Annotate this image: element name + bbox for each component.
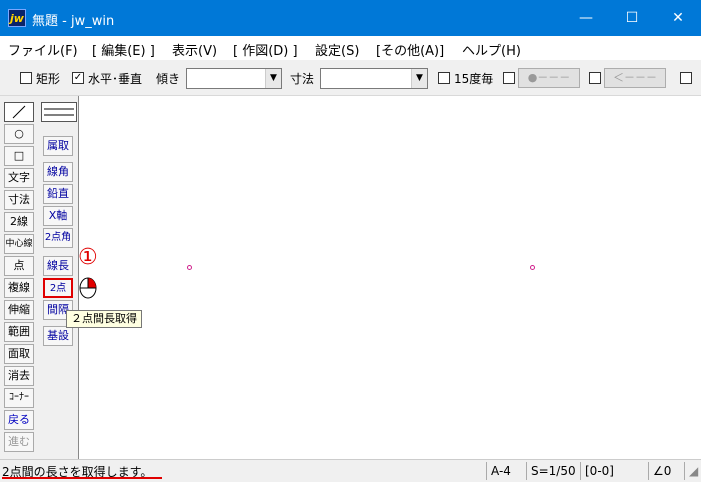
dim-label: 寸法 xyxy=(290,72,315,86)
x-axis-button[interactable]: X軸 xyxy=(43,206,73,226)
callout-number: ① xyxy=(78,245,98,270)
double-line-tool-button[interactable]: 2線 xyxy=(4,212,34,232)
arrow-checkbox[interactable] xyxy=(589,72,601,84)
arrow-line-button[interactable]: ＜－－－ xyxy=(604,68,666,88)
undo-button[interactable]: 戻る xyxy=(4,410,34,430)
extra-checkbox[interactable] xyxy=(680,72,692,84)
app-icon: jw xyxy=(8,9,26,27)
menu-help[interactable]: ヘルプ(H) xyxy=(462,40,521,59)
deg15-checkbox[interactable] xyxy=(438,72,450,84)
rect-tool-button[interactable]: □ xyxy=(4,146,34,166)
tilt-combo[interactable]: ▼ xyxy=(186,68,282,89)
chamfer-tool-button[interactable]: 面取 xyxy=(4,344,34,364)
line-type-button[interactable] xyxy=(41,102,77,122)
menu-bar: ファイル(F) [ 編集(E) ] 表示(V) [ 作図(D) ] 設定(S) … xyxy=(0,36,701,60)
base-set-button[interactable]: 基設 xyxy=(43,326,73,346)
rect-checkbox[interactable] xyxy=(20,72,32,84)
resize-grip-icon[interactable]: ◢ xyxy=(684,462,701,480)
vertical-button[interactable]: 鉛直 xyxy=(43,184,73,204)
paper-size[interactable]: A-4 xyxy=(486,462,526,480)
chevron-down-icon[interactable]: ▼ xyxy=(411,69,427,88)
menu-view[interactable]: 表示(V) xyxy=(172,40,217,59)
rect-label: 矩形 xyxy=(36,72,61,86)
line-icon xyxy=(12,105,26,119)
menu-edit[interactable]: [ 編集(E) ] xyxy=(92,40,155,59)
dim-combo[interactable]: ▼ xyxy=(320,68,428,89)
attr-get-button[interactable]: 属取 xyxy=(43,136,73,156)
stretch-tool-button[interactable]: 伸縮 xyxy=(4,300,34,320)
two-point-angle-button[interactable]: 2点角 xyxy=(43,228,73,248)
text-tool-button[interactable]: 文字 xyxy=(4,168,34,188)
close-button[interactable]: ✕ xyxy=(655,0,701,36)
point-marker xyxy=(187,265,192,270)
menu-file[interactable]: ファイル(F) xyxy=(8,40,78,59)
maximize-button[interactable]: ☐ xyxy=(609,0,655,36)
drawing-canvas[interactable] xyxy=(78,96,701,459)
scale-display[interactable]: S=1/50 xyxy=(526,462,580,480)
tooltip: ２点間長取得 xyxy=(66,310,142,328)
menu-draw[interactable]: [ 作図(D) ] xyxy=(233,40,298,59)
menu-other[interactable]: [その他(A)] xyxy=(376,40,444,59)
menu-settings[interactable]: 設定(S) xyxy=(315,40,359,59)
point-checkbox[interactable] xyxy=(503,72,515,84)
offset-tool-button[interactable]: 複線 xyxy=(4,278,34,298)
tilt-label: 傾き xyxy=(156,72,181,86)
point-line-button[interactable]: ●－－－ xyxy=(518,68,580,88)
window-title: 無題 - jw_win xyxy=(32,14,115,29)
dimension-tool-button[interactable]: 寸法 xyxy=(4,190,34,210)
hv-checkbox[interactable]: ✓ xyxy=(72,72,84,84)
angle-display[interactable]: ∠0 xyxy=(648,462,684,480)
range-tool-button[interactable]: 範囲 xyxy=(4,322,34,342)
layer-display[interactable]: [0-0] xyxy=(580,462,644,480)
deg15-label: 15度毎 xyxy=(454,72,494,86)
circle-tool-button[interactable]: ○ xyxy=(4,124,34,144)
property-toolbar: 矩形 ✓ 水平･垂直 傾き ▼ 寸法 ▼ 15度毎 ●－－－ ＜－－－ xyxy=(0,60,701,96)
erase-tool-button[interactable]: 消去 xyxy=(4,366,34,386)
title-bar: jw 無題 - jw_win — ☐ ✕ xyxy=(0,0,701,36)
line-type-icon xyxy=(44,108,74,116)
hv-label: 水平･垂直 xyxy=(88,72,143,86)
point-tool-button[interactable]: 点 xyxy=(4,256,34,276)
line-tool-button[interactable] xyxy=(4,102,34,122)
chevron-down-icon[interactable]: ▼ xyxy=(265,69,281,88)
two-point-length-button[interactable]: 2点長 xyxy=(43,278,73,312)
redo-button[interactable]: 進む xyxy=(4,432,34,452)
corner-tool-button[interactable]: ｺｰﾅｰ xyxy=(4,388,34,408)
line-length-button[interactable]: 線長 xyxy=(43,256,73,276)
center-line-tool-button[interactable]: 中心線 xyxy=(4,234,34,254)
point-marker xyxy=(530,265,535,270)
minimize-button[interactable]: — xyxy=(563,0,609,36)
line-angle-button[interactable]: 線角 xyxy=(43,162,73,182)
status-underline xyxy=(2,477,162,479)
mouse-icon xyxy=(79,277,97,299)
